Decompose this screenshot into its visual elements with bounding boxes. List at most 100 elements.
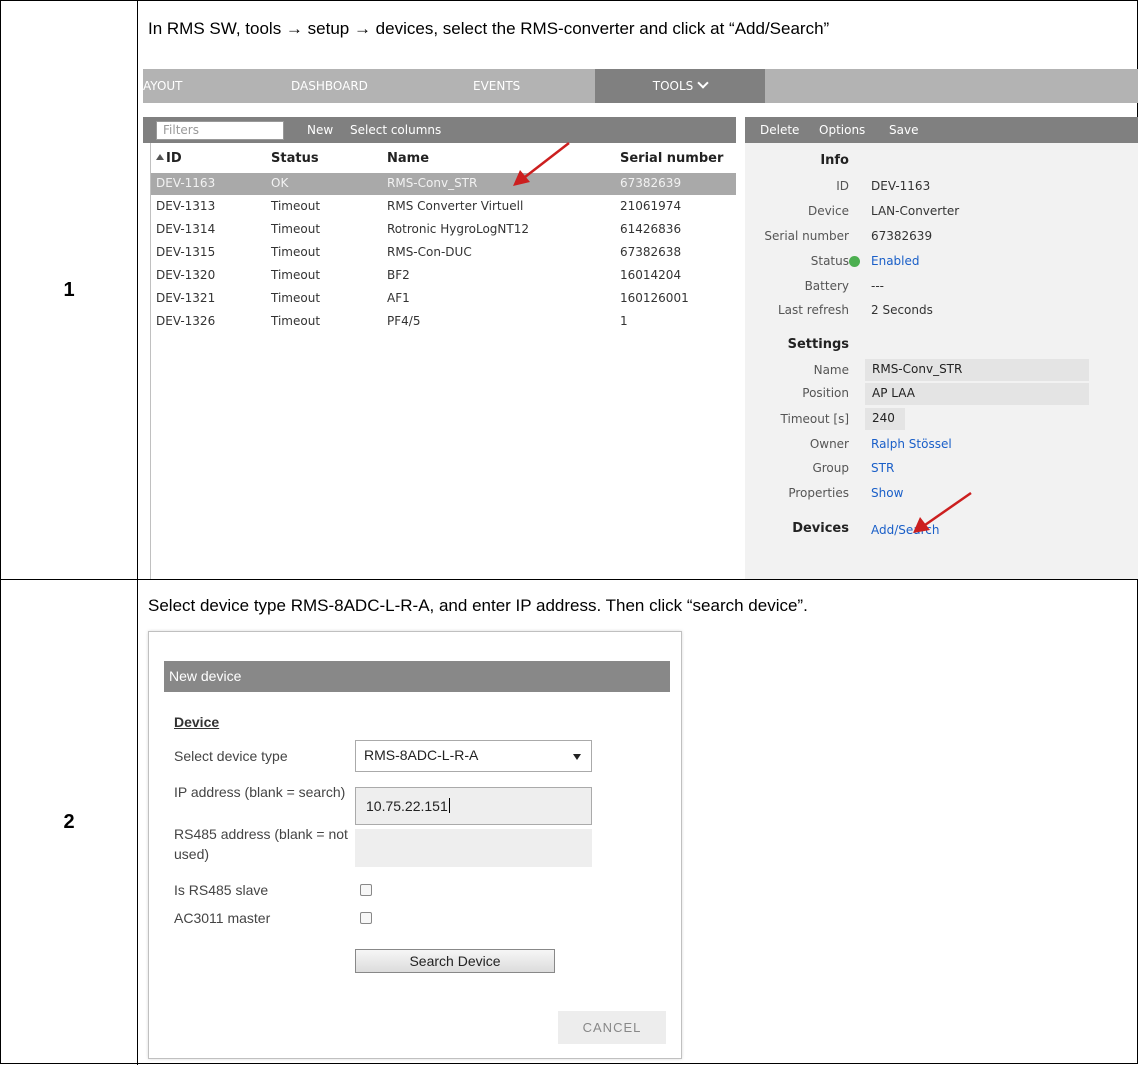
step-row-2: 2 Select device type RMS-8ADC-L-R-A, and… — [1, 580, 1138, 1065]
setting-name-field[interactable]: RMS-Conv_STR — [865, 359, 1089, 381]
cell-serial: 67382639 — [620, 176, 682, 190]
cell-serial: 21061974 — [620, 199, 682, 213]
column-header-id-label: ID — [166, 151, 182, 166]
save-button[interactable]: Save — [889, 117, 918, 143]
top-navigation: AYOUT DASHBOARD EVENTS TOOLS — [143, 69, 1138, 103]
search-device-button[interactable]: Search Device — [355, 949, 555, 973]
cell-id: DEV-1163 — [156, 176, 216, 190]
chevron-down-icon — [697, 77, 709, 89]
setting-group-link[interactable]: STR — [871, 461, 894, 475]
info-id-label: ID — [836, 179, 849, 193]
instruction-table: 1 In RMS SW, tools → setup → devices, se… — [0, 0, 1138, 1065]
table-row[interactable]: DEV-1313 Timeout RMS Converter Virtuell … — [151, 196, 736, 218]
table-row[interactable]: DEV-1320 Timeout BF2 16014204 — [151, 265, 736, 287]
cell-name: RMS Converter Virtuell — [387, 199, 524, 213]
setting-name-label: Name — [813, 363, 849, 377]
cell-status: Timeout — [271, 268, 321, 282]
table-row[interactable]: DEV-1326 Timeout PF4/5 1 — [151, 311, 736, 333]
info-serial-value: 67382639 — [871, 229, 933, 243]
setting-position-label: Position — [802, 386, 849, 400]
setting-owner-label: Owner — [809, 437, 849, 451]
ip-address-value: 10.75.22.151 — [366, 798, 448, 814]
sort-ascending-icon — [156, 154, 164, 160]
cell-status: Timeout — [271, 222, 321, 236]
rs485-address-label: RS485 address (blank = not used) — [174, 826, 348, 862]
table-row[interactable]: DEV-1315 Timeout RMS-Con-DUC 67382638 — [151, 242, 736, 264]
info-serial-label: Serial number — [764, 229, 849, 243]
cell-name: AF1 — [387, 291, 410, 305]
nav-events[interactable]: EVENTS — [473, 69, 520, 103]
column-header-id[interactable]: ID — [156, 151, 182, 166]
ac3011-master-checkbox[interactable] — [360, 912, 372, 924]
column-header-status[interactable]: Status — [271, 151, 319, 166]
info-device-label: Device — [807, 204, 849, 218]
dialog-title: New device — [164, 661, 670, 692]
setting-properties-label: Properties — [788, 486, 849, 500]
delete-button[interactable]: Delete — [760, 117, 799, 143]
step-number-2: 2 — [1, 580, 138, 1065]
nav-tools[interactable]: TOOLS — [595, 69, 765, 103]
rs485-slave-label: Is RS485 slave — [174, 882, 269, 898]
cell-status: Timeout — [271, 314, 321, 328]
step-content-2: Select device type RMS-8ADC-L-R-A, and e… — [138, 580, 1138, 1065]
cell-name: RMS-Con-DUC — [387, 245, 472, 259]
step-instruction-1: In RMS SW, tools → setup → devices, sele… — [148, 19, 830, 38]
setting-group-label: Group — [812, 461, 849, 475]
devices-heading: Devices — [792, 521, 849, 536]
info-device-value: LAN-Converter — [871, 204, 960, 218]
rs485-slave-checkbox[interactable] — [360, 884, 372, 896]
rms-app-screenshot: AYOUT DASHBOARD EVENTS TOOLS Filters New… — [143, 69, 1138, 579]
setting-timeout-field[interactable]: 240 — [865, 408, 905, 430]
cell-name: PF4/5 — [387, 314, 421, 328]
cell-status: OK — [271, 176, 289, 190]
cell-status: Timeout — [271, 245, 321, 259]
cell-serial: 67382638 — [620, 245, 682, 259]
cell-id: DEV-1326 — [156, 314, 216, 328]
ip-address-field[interactable]: 10.75.22.151 — [355, 787, 592, 825]
step-instruction-2: Select device type RMS-8ADC-L-R-A, and e… — [148, 596, 808, 615]
text-cursor-icon — [448, 798, 450, 813]
nav-layout[interactable]: AYOUT — [143, 69, 183, 103]
filters-input[interactable]: Filters — [156, 121, 284, 140]
cell-status: Timeout — [271, 199, 321, 213]
cell-id: DEV-1320 — [156, 268, 216, 282]
options-button[interactable]: Options — [819, 117, 865, 143]
settings-heading: Settings — [787, 337, 849, 352]
cell-name: BF2 — [387, 268, 410, 282]
cell-id: DEV-1313 — [156, 199, 216, 213]
new-button[interactable]: New — [307, 117, 333, 143]
info-status-label: Status — [810, 254, 849, 268]
table-row[interactable]: DEV-1163 OK RMS-Conv_STR 67382639 — [151, 173, 736, 195]
info-status-value[interactable]: Enabled — [871, 254, 920, 268]
cell-status: Timeout — [271, 291, 321, 305]
info-refresh-label: Last refresh — [778, 303, 849, 317]
cell-id: DEV-1315 — [156, 245, 216, 259]
rs485-address-field[interactable] — [355, 829, 592, 867]
setting-position-field[interactable]: AP LAA — [865, 383, 1089, 405]
info-battery-value: --- — [871, 279, 884, 293]
setting-owner-link[interactable]: Ralph Stössel — [871, 437, 952, 451]
device-type-label: Select device type — [174, 748, 288, 764]
ac3011-master-label: AC3011 master — [174, 910, 271, 926]
device-type-value: RMS-8ADC-L-R-A — [364, 747, 479, 763]
cell-serial: 160126001 — [620, 291, 689, 305]
detail-toolbar: Delete Options Save — [745, 117, 1138, 143]
column-header-name[interactable]: Name — [387, 151, 429, 166]
ip-address-label: IP address (blank = search) — [174, 784, 346, 800]
cell-name: RMS-Conv_STR — [387, 176, 478, 190]
setting-properties-link[interactable]: Show — [871, 486, 903, 500]
select-columns-button[interactable]: Select columns — [350, 117, 441, 143]
annotation-arrow-icon — [513, 142, 570, 186]
device-type-select[interactable]: RMS-8ADC-L-R-A — [355, 740, 592, 772]
info-refresh-value: 2 Seconds — [871, 303, 933, 317]
cell-serial: 61426836 — [620, 222, 682, 236]
cell-serial: 16014204 — [620, 268, 682, 282]
info-battery-label: Battery — [804, 279, 849, 293]
annotation-arrow-icon — [913, 491, 972, 533]
cancel-button[interactable]: CANCEL — [558, 1011, 666, 1044]
nav-dashboard[interactable]: DASHBOARD — [291, 69, 368, 103]
column-header-serial[interactable]: Serial number — [620, 151, 723, 166]
table-row[interactable]: DEV-1321 Timeout AF1 160126001 — [151, 288, 736, 310]
table-row[interactable]: DEV-1314 Timeout Rotronic HygroLogNT12 6… — [151, 219, 736, 241]
step-row-1: 1 In RMS SW, tools → setup → devices, se… — [1, 1, 1138, 580]
